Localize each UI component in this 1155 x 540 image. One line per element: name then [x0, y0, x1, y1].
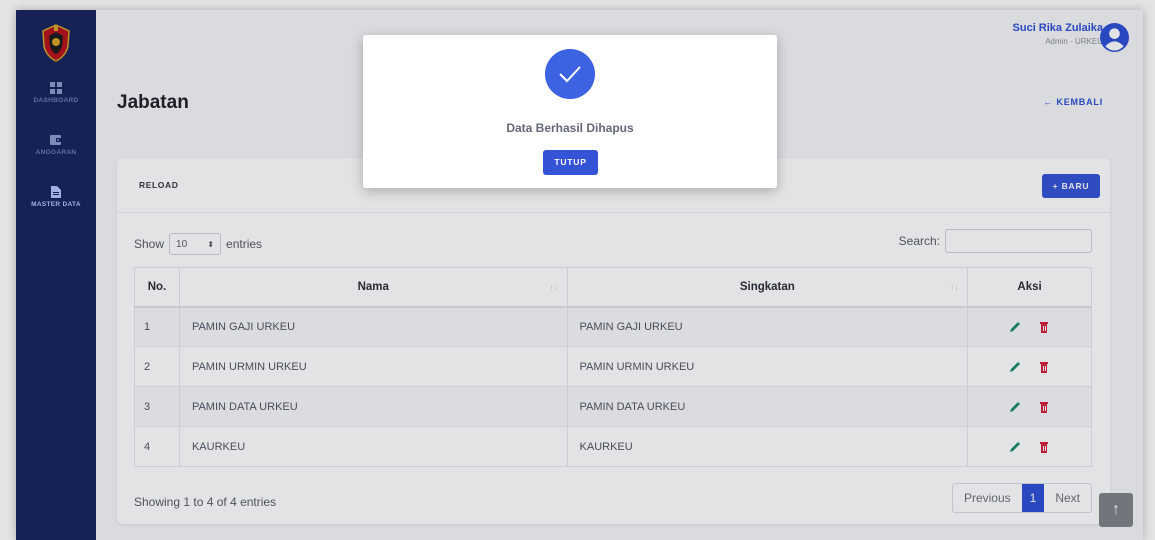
- success-dialog: Data Berhasil Dihapus TUTUP: [363, 35, 777, 188]
- success-check-icon: [545, 49, 595, 99]
- close-dialog-button[interactable]: TUTUP: [543, 150, 598, 175]
- dialog-message: Data Berhasil Dihapus: [506, 121, 634, 135]
